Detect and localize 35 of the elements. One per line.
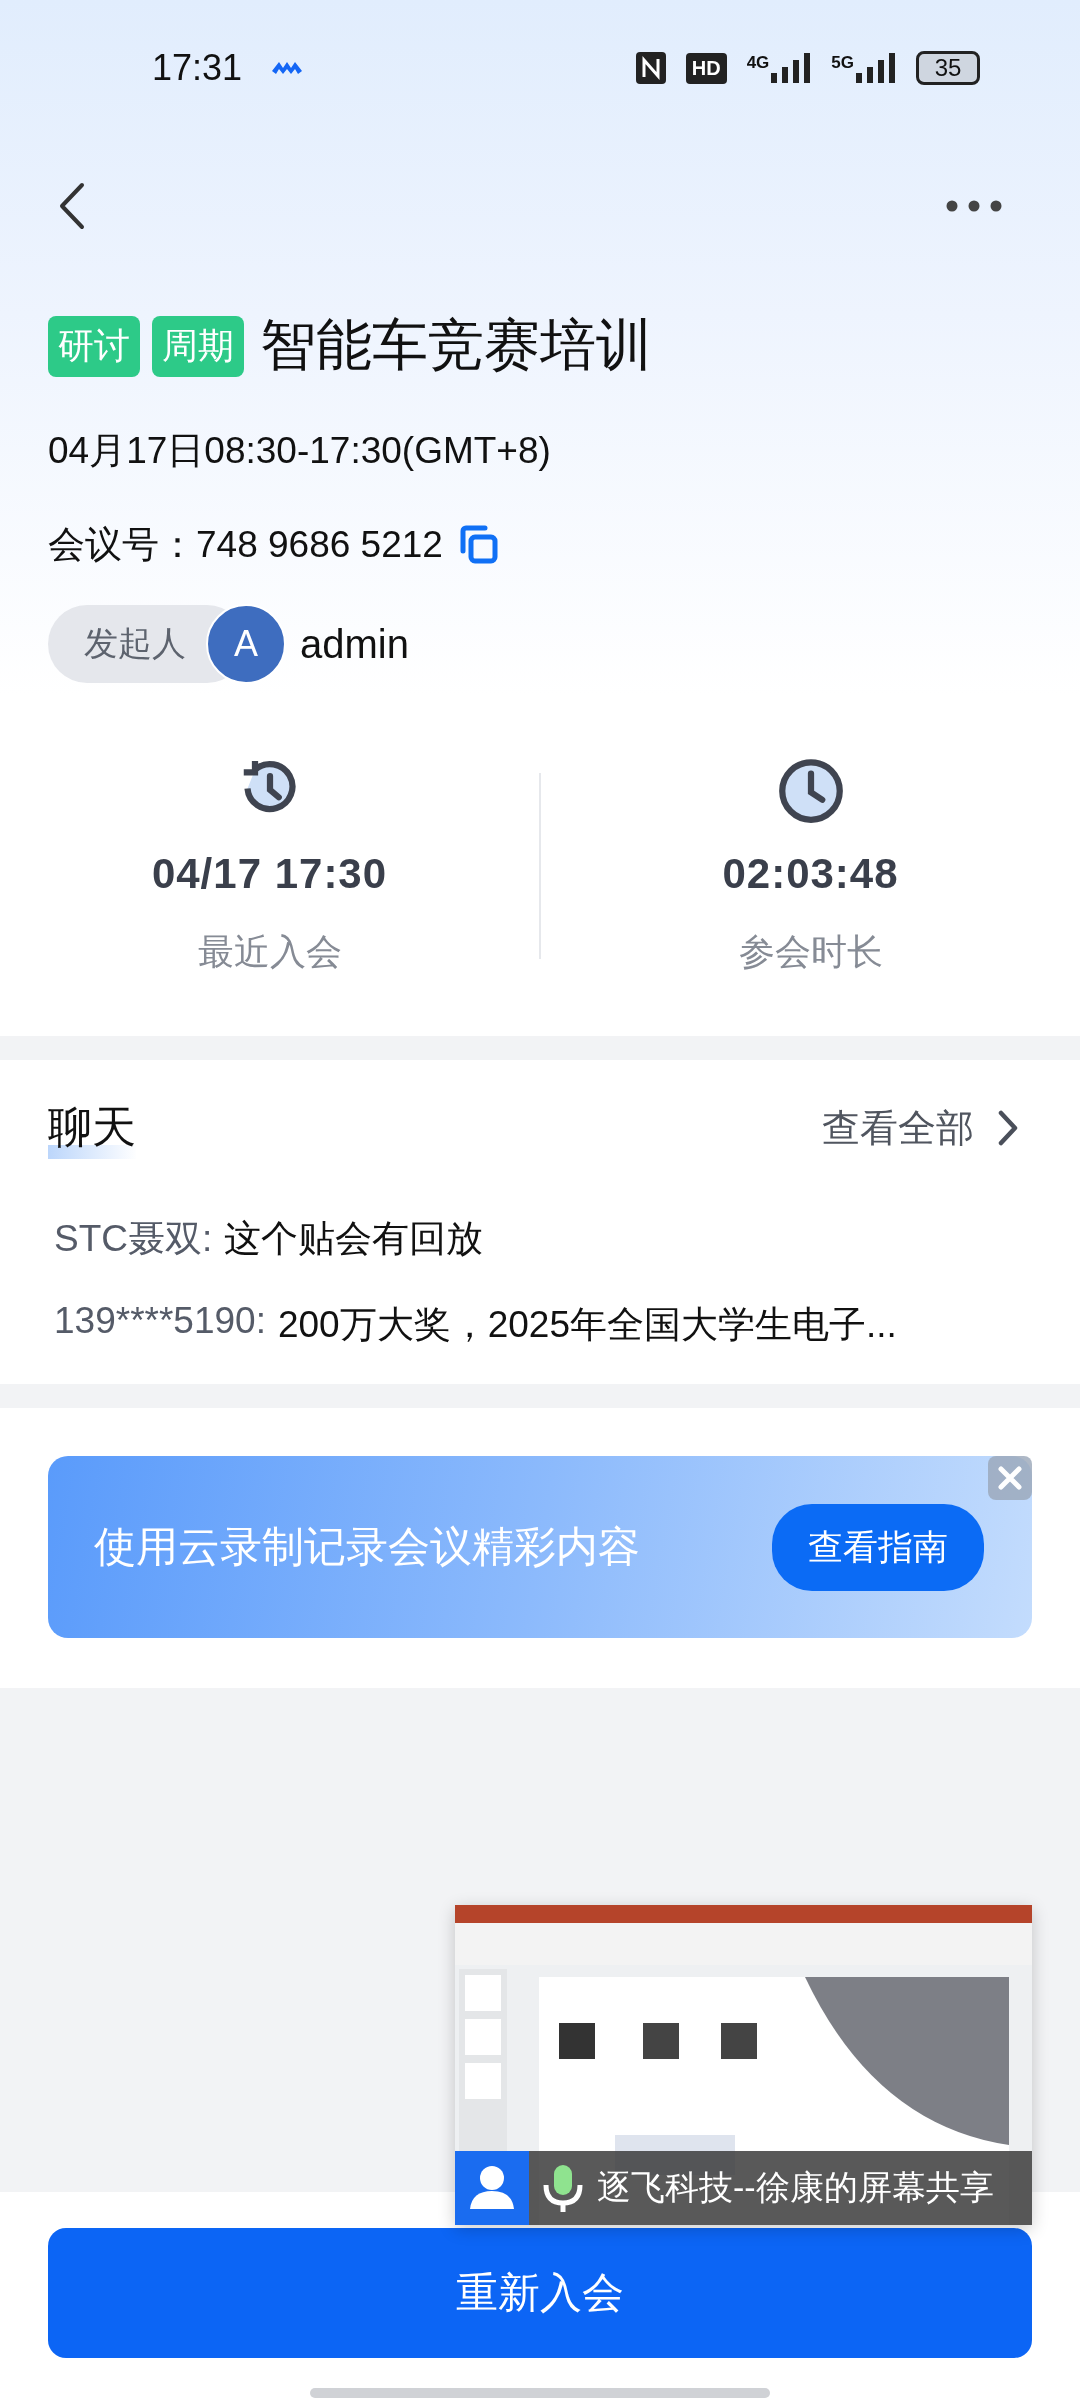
meeting-tag: 周期 — [152, 315, 244, 377]
stat-label: 参会时长 — [738, 929, 883, 974]
back-icon[interactable] — [58, 182, 86, 230]
message-text: 200万大奖，2025年全国大学生电子... — [277, 1303, 897, 1347]
battery-indicator: 35 — [916, 51, 980, 85]
clock-time: 17:31 — [152, 47, 243, 89]
microphone-icon — [541, 2163, 585, 2213]
meeting-title: 智能车竞赛培训 — [260, 312, 652, 378]
nfc-icon — [635, 52, 666, 84]
network-type: 5G — [831, 53, 854, 73]
message-text: 这个贴会有回放 — [224, 1217, 484, 1261]
avatar: A — [206, 604, 286, 684]
meeting-number: 748 9686 5212 — [196, 524, 443, 566]
signal-icon — [856, 53, 896, 83]
rejoin-button[interactable]: 重新入会 — [48, 2228, 1032, 2358]
stat-label: 最近入会 — [197, 929, 342, 974]
network-type: 4G — [746, 53, 770, 73]
chevron-right-icon[interactable] — [998, 1110, 1018, 1146]
person-icon[interactable] — [455, 2151, 529, 2225]
stat-value: 04/17 17:30 — [151, 849, 388, 898]
share-caption: 逐飞科技--徐康的屏幕共享 — [597, 2167, 994, 2208]
meeting-time: 04月17日08:30-17:30(GMT+8) — [47, 429, 552, 473]
guide-button[interactable]: 查看指南 — [772, 1503, 984, 1591]
copy-icon[interactable] — [458, 525, 499, 565]
stat-value: 02:03:48 — [722, 849, 899, 898]
hd-voice-badge: HD — [685, 52, 727, 84]
more-icon[interactable] — [946, 200, 1002, 212]
message-sender: STC聂双: — [54, 1217, 213, 1261]
signal-icon — [771, 53, 812, 83]
banner-text: 使用云录制记录会议精彩内容 — [94, 1522, 640, 1572]
meeting-number-label: 会议号： — [48, 523, 196, 567]
message-sender: 139****5190: — [54, 1300, 266, 1343]
view-all-link[interactable]: 查看全部 — [822, 1102, 974, 1154]
host-name: admin — [300, 621, 409, 667]
meeting-tag: 研讨 — [48, 315, 140, 377]
